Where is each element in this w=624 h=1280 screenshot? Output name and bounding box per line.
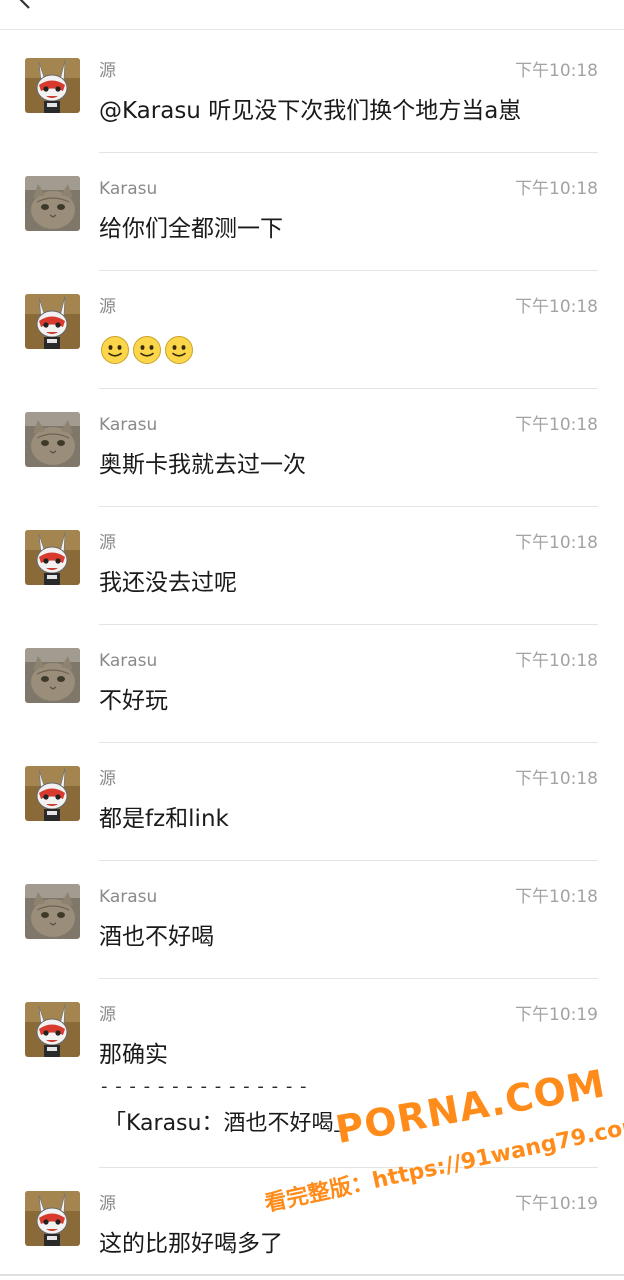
message-item[interactable]: 源 下午10:18 @Karasu 听见没下次我们换个地方当a崽 bbox=[0, 35, 624, 153]
message-item[interactable]: Karasu 下午10:18 给你们全都测一下 bbox=[0, 153, 624, 271]
sender-name: Karasu bbox=[99, 651, 158, 671]
message-text[interactable]: 不好玩 bbox=[99, 685, 168, 717]
top-bar bbox=[0, 0, 624, 30]
bottom-divider bbox=[0, 1274, 624, 1276]
message-time: 下午10:19 bbox=[515, 1194, 598, 1214]
sender-name: 源 bbox=[99, 1194, 116, 1214]
robot-avatar-icon[interactable] bbox=[25, 766, 80, 821]
message-text[interactable]: 奥斯卡我就去过一次 bbox=[99, 449, 306, 481]
robot-avatar-icon[interactable] bbox=[25, 1002, 80, 1057]
quoted-message[interactable]: 「Karasu：酒也不好喝」 bbox=[104, 1105, 355, 1137]
message-item[interactable]: Karasu 下午10:18 不好玩 bbox=[0, 625, 624, 743]
message-time: 下午10:19 bbox=[515, 1005, 598, 1025]
message-time: 下午10:18 bbox=[515, 297, 598, 317]
sender-name: 源 bbox=[99, 769, 116, 789]
sender-name: 源 bbox=[99, 61, 116, 81]
smiley-emoji-icon bbox=[164, 335, 194, 365]
sender-name: Karasu bbox=[99, 415, 158, 435]
message-time: 下午10:18 bbox=[515, 887, 598, 907]
message-text[interactable]: @Karasu 听见没下次我们换个地方当a崽 bbox=[99, 95, 521, 127]
cat-avatar-icon[interactable] bbox=[25, 648, 80, 703]
message-text[interactable]: 酒也不好喝 bbox=[99, 921, 214, 953]
cat-avatar-icon[interactable] bbox=[25, 176, 80, 231]
message-text[interactable]: 给你们全都测一下 bbox=[99, 213, 283, 245]
sender-name: 源 bbox=[99, 533, 116, 553]
message-time: 下午10:18 bbox=[515, 651, 598, 671]
sender-name: Karasu bbox=[99, 179, 158, 199]
sender-name: 源 bbox=[99, 297, 116, 317]
message-time: 下午10:18 bbox=[515, 179, 598, 199]
message-time: 下午10:18 bbox=[515, 769, 598, 789]
smiley-emoji-icon bbox=[132, 335, 162, 365]
message-text[interactable]: 这的比那好喝多了 bbox=[99, 1228, 283, 1260]
robot-avatar-icon[interactable] bbox=[25, 1191, 80, 1246]
message-time: 下午10:18 bbox=[515, 533, 598, 553]
message-item[interactable]: Karasu 下午10:18 奥斯卡我就去过一次 bbox=[0, 389, 624, 507]
robot-avatar-icon[interactable] bbox=[25, 58, 80, 113]
robot-avatar-icon[interactable] bbox=[25, 294, 80, 349]
sender-name: 源 bbox=[99, 1005, 116, 1025]
sender-name: Karasu bbox=[99, 887, 158, 907]
message-text[interactable]: 我还没去过呢 bbox=[99, 567, 237, 599]
message-item[interactable]: Karasu 下午10:18 酒也不好喝 bbox=[0, 861, 624, 979]
chevron-left-icon[interactable] bbox=[14, 0, 38, 12]
message-text[interactable]: 那确实 bbox=[99, 1039, 168, 1071]
message-item[interactable]: 源 下午10:18 我还没去过呢 bbox=[0, 507, 624, 625]
message-item[interactable]: 源 下午10:18 都是fz和link bbox=[0, 743, 624, 861]
cat-avatar-icon[interactable] bbox=[25, 884, 80, 939]
emoji-row[interactable] bbox=[100, 335, 194, 365]
message-time: 下午10:18 bbox=[515, 61, 598, 81]
message-item[interactable]: 源 下午10:18 bbox=[0, 271, 624, 389]
message-time: 下午10:18 bbox=[515, 415, 598, 435]
robot-avatar-icon[interactable] bbox=[25, 530, 80, 585]
cat-avatar-icon[interactable] bbox=[25, 412, 80, 467]
message-text[interactable]: 都是fz和link bbox=[99, 803, 229, 835]
quote-separator: - - - - - - - - - - - - - - - bbox=[101, 1076, 308, 1097]
smiley-emoji-icon bbox=[100, 335, 130, 365]
